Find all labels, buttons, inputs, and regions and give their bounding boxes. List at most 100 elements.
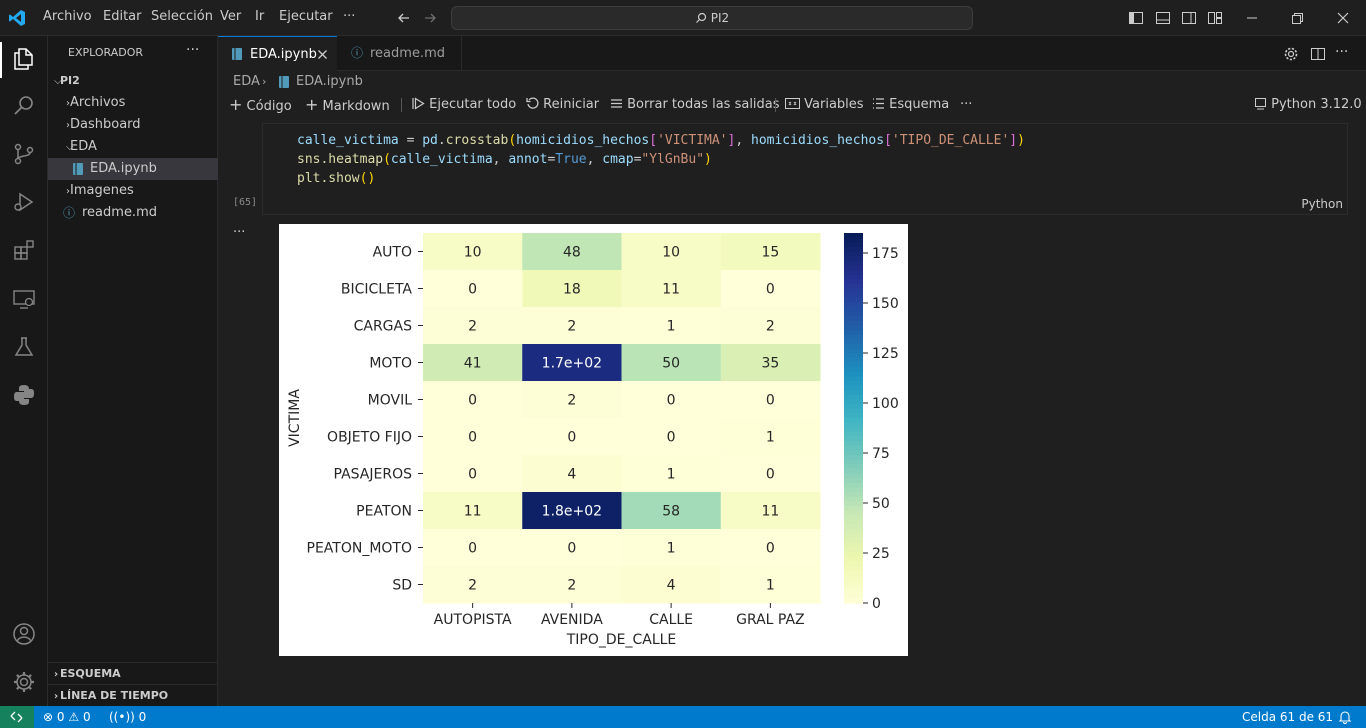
colorbar-segment (844, 316, 863, 322)
command-center-search[interactable]: PI2 (451, 6, 973, 30)
x-tick-label: AUTOPISTA (434, 612, 512, 628)
split-editor-icon[interactable] (1310, 46, 1326, 62)
search-text: PI2 (710, 11, 730, 25)
code-token: pd (422, 133, 438, 148)
y-tick-label: PEATON (356, 504, 412, 520)
colorbar-segment (844, 547, 863, 553)
code-cell[interactable]: calle_victima = pd.crosstab(homicidios_h… (262, 123, 1348, 215)
run-debug-icon[interactable] (12, 190, 36, 214)
remote-explorer-icon[interactable] (12, 287, 36, 311)
variables-button[interactable]: Variables (785, 93, 864, 117)
heatmap-annotation: 0 (567, 430, 576, 446)
heatmap-annotation: 2 (468, 578, 477, 594)
close-window-icon[interactable] (1335, 10, 1351, 26)
sidebar-item-dashboard[interactable]: ›Dashboard (48, 114, 218, 136)
minimize-icon[interactable] (1244, 10, 1260, 26)
close-tab-icon[interactable] (317, 49, 328, 60)
colorbar-segment (844, 524, 863, 530)
tab-eda-ipynb[interactable]: EDA.ipynb (218, 36, 337, 71)
colorbar-segment (844, 325, 863, 331)
toolbar-more-icon[interactable]: ··· (960, 93, 972, 117)
sidebar-section-timeline[interactable]: › LÍNEA DE TIEMPO (48, 685, 218, 707)
status-bar: ⊗ 0 ⚠ 0 ((•)) 0 Celda 61 de 61 (0, 706, 1366, 728)
add-code-button[interactable]: + Código (229, 93, 292, 119)
code-token: True (555, 152, 587, 167)
clear-outputs-button[interactable]: Borrar todas las salidas (610, 93, 780, 117)
sidebar-more-icon[interactable]: ··· (186, 42, 199, 58)
heatmap-annotation: 0 (766, 467, 775, 483)
forward-arrow-icon[interactable] (423, 11, 437, 25)
breadcrumb: EDA › EDA.ipynb (218, 71, 1366, 93)
customize-layout-icon[interactable] (1207, 10, 1223, 26)
python-icon[interactable] (12, 383, 36, 407)
heatmap-annotation: 1 (766, 578, 775, 594)
explorer-icon[interactable] (12, 47, 36, 71)
colorbar-tick-label: 25 (872, 546, 890, 562)
restore-icon[interactable] (1289, 10, 1305, 26)
colorbar-segment (844, 450, 863, 456)
colorbar-segment (844, 256, 863, 262)
colorbar-segment (844, 542, 863, 549)
search-sidebar-icon[interactable] (12, 94, 36, 118)
run-all-button[interactable]: Ejecutar todo (412, 93, 516, 117)
heatmap-annotation: 2 (567, 578, 576, 594)
menu-ver[interactable]: Ver (220, 9, 241, 24)
toggle-panel-icon[interactable] (1155, 10, 1171, 26)
tab-readme-md[interactable]: ⓘ readme.md (337, 36, 462, 71)
ports-indicator[interactable]: ((•)) 0 (109, 706, 146, 728)
restart-label: Reiniciar (543, 97, 600, 112)
cell-language[interactable]: Python (1301, 197, 1343, 211)
menu-editar[interactable]: Editar (103, 9, 142, 24)
colorbar-segment (844, 468, 863, 475)
sidebar-item-readme[interactable]: ⓘ readme.md (48, 202, 218, 224)
restart-kernel-button[interactable]: Reiniciar (526, 93, 599, 117)
menu-ir[interactable]: Ir (255, 9, 264, 24)
outline-list-icon (873, 98, 884, 109)
kernel-picker[interactable]: Python 3.12.0 (1254, 93, 1362, 117)
manage-gear-icon[interactable] (12, 670, 36, 694)
colorbar-segment (844, 367, 863, 373)
menu-seleccion[interactable]: Selección (151, 9, 213, 24)
add-markdown-button[interactable]: + Markdown (305, 93, 390, 119)
menu-ejecutar[interactable]: Ejecutar (279, 9, 333, 24)
sidebar-section-esquema[interactable]: › ESQUEMA (48, 663, 218, 685)
menu-archivo[interactable]: Archivo (43, 9, 92, 24)
colorbar-tick-label: 100 (872, 396, 899, 412)
colorbar-segment (844, 399, 863, 405)
source-control-icon[interactable] (12, 142, 36, 166)
remote-indicator[interactable] (0, 706, 34, 728)
sidebar-item-label: Imagenes (70, 183, 134, 198)
sidebar-item-archivos[interactable]: ›Archivos (48, 92, 218, 114)
toggle-primary-sidebar-icon[interactable] (1128, 10, 1144, 26)
sidebar-item-eda[interactable]: ⌵EDA (48, 136, 218, 158)
colorbar-segment (844, 371, 863, 377)
menu-more[interactable]: ··· (343, 9, 355, 24)
heatmap-annotation: 58 (662, 504, 680, 520)
heatmap-annotation: 1 (667, 467, 676, 483)
breadcrumb-folder[interactable]: EDA (233, 71, 260, 93)
outline-label: Esquema (889, 97, 950, 112)
breadcrumb-file[interactable]: EDA.ipynb (296, 71, 363, 93)
sidebar-root-pi2[interactable]: ⌵PI2 (48, 70, 218, 92)
account-icon[interactable] (12, 622, 36, 646)
problems-indicator[interactable]: ⊗ 0 ⚠ 0 (43, 706, 91, 728)
toggle-secondary-sidebar-icon[interactable] (1181, 10, 1197, 26)
colorbar-segment (844, 385, 863, 391)
sidebar-item-imagenes[interactable]: ›Imagenes (48, 180, 218, 202)
sidebar-item-eda-ipynb[interactable]: EDA.ipynb (48, 158, 218, 180)
cell-position[interactable]: Celda 61 de 61 (1242, 706, 1333, 728)
execution-count: [65] (233, 197, 258, 208)
back-arrow-icon[interactable] (397, 11, 411, 25)
output-more-icon[interactable]: ··· (233, 225, 245, 240)
colorbar-segment (844, 233, 863, 239)
extensions-icon[interactable] (12, 238, 36, 262)
more-actions-icon[interactable]: ··· (1335, 44, 1348, 60)
notifications-bell-icon[interactable] (1338, 710, 1352, 724)
vscode-logo-icon[interactable] (8, 9, 26, 27)
colorbar-segment (844, 260, 863, 266)
outline-button[interactable]: Esquema (872, 93, 949, 117)
testing-flask-icon[interactable] (12, 335, 36, 359)
kernel-label: Python 3.12.0 (1271, 97, 1362, 112)
settings-gear-icon[interactable] (1283, 46, 1299, 62)
colorbar-segment (844, 598, 863, 604)
